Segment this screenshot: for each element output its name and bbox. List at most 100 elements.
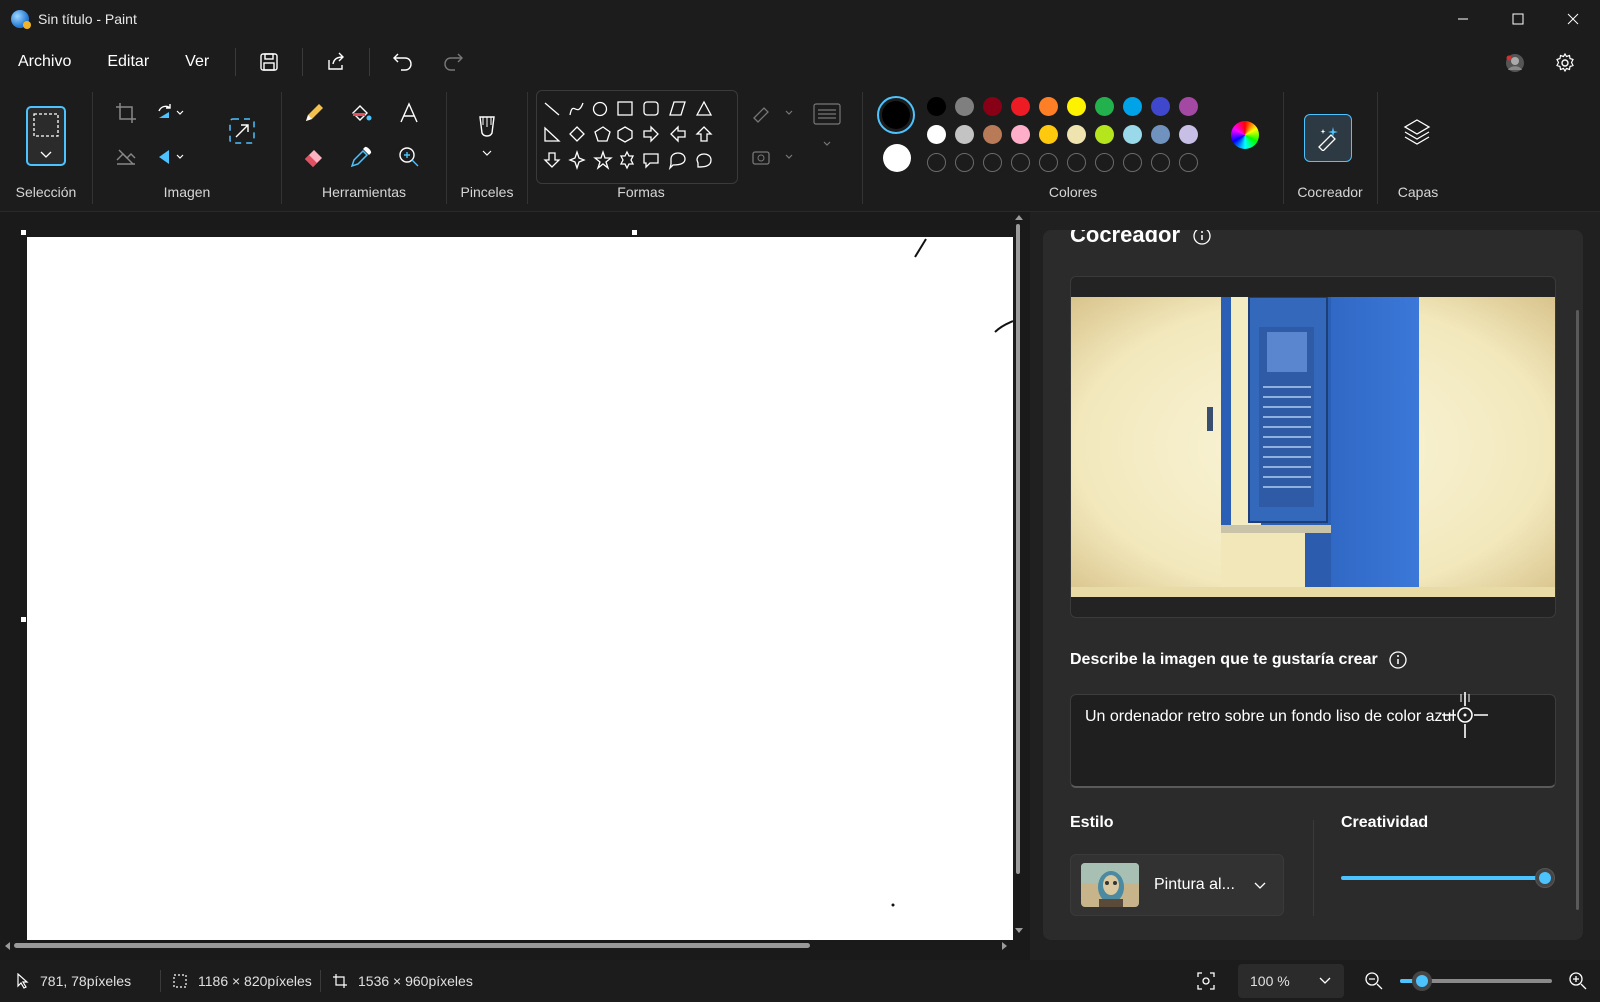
image-group: Imagen <box>93 86 281 212</box>
horizontal-scroll-thumb[interactable] <box>14 943 810 948</box>
color-swatch[interactable] <box>955 97 974 116</box>
brushes-button[interactable] <box>470 106 504 166</box>
custom-color-slot[interactable] <box>983 153 1002 172</box>
color-swatch[interactable] <box>983 125 1002 144</box>
menu-edit[interactable]: Editar <box>89 38 167 86</box>
resize-handle[interactable] <box>632 230 637 235</box>
resize-handle[interactable] <box>21 617 26 622</box>
six-point-star-icon <box>619 150 635 170</box>
color-swatch[interactable] <box>955 125 974 144</box>
eraser-button[interactable] <box>297 140 331 174</box>
flip-button[interactable] <box>153 140 187 174</box>
vertical-scrollbar[interactable] <box>1014 212 1024 940</box>
color-swatch[interactable] <box>1123 97 1142 116</box>
fit-to-window-button[interactable] <box>1196 960 1216 1002</box>
settings-button[interactable] <box>1546 44 1584 82</box>
magnifier-button[interactable] <box>392 140 426 174</box>
redo-button[interactable] <box>434 43 472 81</box>
menu-divider <box>235 48 237 76</box>
text-button[interactable] <box>392 96 426 130</box>
zoom-dropdown[interactable]: 100 % <box>1238 964 1344 998</box>
scroll-up-icon <box>1015 215 1023 220</box>
vertical-scroll-thumb[interactable] <box>1016 224 1020 874</box>
colors-group: Colores <box>863 86 1283 212</box>
style-label: Estilo <box>1070 814 1114 831</box>
zoom-out-button[interactable] <box>1364 960 1384 1002</box>
shape-fill-button[interactable] <box>750 140 798 174</box>
custom-color-slot[interactable] <box>955 153 974 172</box>
color-swatch[interactable] <box>927 125 946 144</box>
undo-button[interactable] <box>384 43 422 81</box>
color-swatch[interactable] <box>1011 97 1030 116</box>
canvas-size-icon <box>333 974 347 988</box>
color-swatch[interactable] <box>1067 125 1086 144</box>
selection-tool-button[interactable] <box>26 106 66 166</box>
remove-background-icon <box>116 149 136 165</box>
custom-color-slot[interactable] <box>1039 153 1058 172</box>
resize-handle[interactable] <box>21 230 26 235</box>
drawing-canvas[interactable] <box>27 237 1013 940</box>
color-swatch[interactable] <box>927 97 946 116</box>
custom-color-slot[interactable] <box>1151 153 1170 172</box>
info-icon[interactable] <box>1388 650 1408 670</box>
custom-color-slot[interactable] <box>1179 153 1198 172</box>
custom-color-slot[interactable] <box>927 153 946 172</box>
creativity-slider-track[interactable] <box>1341 876 1545 880</box>
prompt-heading: Describe la imagen que te gustaría crear <box>1070 650 1408 670</box>
primary-color-swatch <box>882 101 910 129</box>
save-button[interactable] <box>250 43 288 81</box>
horizontal-scrollbar[interactable] <box>0 940 1014 952</box>
creativity-slider-thumb[interactable] <box>1535 868 1555 888</box>
shapes-group-label: Formas <box>617 184 665 200</box>
creativity-label: Creatividad <box>1341 814 1429 831</box>
color-swatch[interactable] <box>1123 125 1142 144</box>
color-swatch[interactable] <box>1039 97 1058 116</box>
panel-scrollbar[interactable] <box>1576 310 1579 910</box>
layers-button[interactable] <box>1400 114 1434 148</box>
info-icon[interactable] <box>1192 230 1212 246</box>
rotate-button[interactable] <box>153 96 187 130</box>
close-button[interactable] <box>1545 0 1600 38</box>
color-picker-button[interactable] <box>344 140 378 174</box>
secondary-color-button[interactable] <box>883 144 911 172</box>
account-button[interactable] <box>1496 44 1534 82</box>
custom-color-slot[interactable] <box>1123 153 1142 172</box>
color-swatch[interactable] <box>1095 125 1114 144</box>
menu-file[interactable]: Archivo <box>0 38 89 86</box>
color-swatch[interactable] <box>1151 97 1170 116</box>
color-swatch[interactable] <box>1067 97 1086 116</box>
scroll-right-icon <box>1002 942 1007 950</box>
share-button[interactable] <box>317 43 355 81</box>
pencil-button[interactable] <box>297 96 331 130</box>
maximize-button[interactable] <box>1490 0 1545 38</box>
custom-color-slot[interactable] <box>1095 153 1114 172</box>
edit-colors-button[interactable] <box>1231 121 1259 149</box>
color-swatch[interactable] <box>1151 125 1170 144</box>
color-swatch[interactable] <box>983 97 1002 116</box>
resize-button[interactable] <box>225 114 259 148</box>
status-divider <box>160 970 161 992</box>
right-arrow-shape-icon <box>643 125 659 143</box>
minimize-button[interactable] <box>1435 0 1490 38</box>
remove-background-button[interactable] <box>109 140 143 174</box>
shapes-gallery-icons <box>543 100 713 171</box>
shape-outline-button[interactable] <box>750 96 798 130</box>
zoom-in-button[interactable] <box>1568 960 1588 1002</box>
zoom-slider-thumb[interactable] <box>1412 971 1432 991</box>
cocreator-button[interactable] <box>1304 114 1352 162</box>
custom-color-slot[interactable] <box>1011 153 1030 172</box>
style-dropdown[interactable]: Pintura al... <box>1070 854 1284 916</box>
color-swatch[interactable] <box>1011 125 1030 144</box>
color-swatch[interactable] <box>1179 97 1198 116</box>
primary-color-button[interactable] <box>877 96 915 134</box>
generated-image[interactable] <box>1071 297 1555 597</box>
shape-size-button[interactable] <box>810 103 844 146</box>
gear-icon <box>1556 53 1574 73</box>
color-swatch[interactable] <box>1179 125 1198 144</box>
crop-button[interactable] <box>109 96 143 130</box>
fill-button[interactable] <box>344 96 378 130</box>
menu-view[interactable]: Ver <box>167 38 227 86</box>
color-swatch[interactable] <box>1039 125 1058 144</box>
color-swatch[interactable] <box>1095 97 1114 116</box>
custom-color-slot[interactable] <box>1067 153 1086 172</box>
